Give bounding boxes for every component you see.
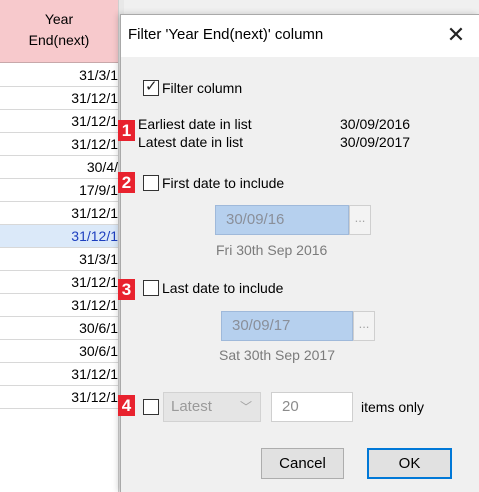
checkmark-icon: ✓ xyxy=(145,78,158,95)
items-count-input[interactable]: 20 xyxy=(271,392,353,422)
first-date-label: First date to include xyxy=(162,175,285,191)
annotation-badge-2: 2 xyxy=(118,172,135,193)
table-row[interactable]: 31/12/1 xyxy=(0,225,124,248)
last-date-label: Last date to include xyxy=(162,280,284,296)
table-row[interactable]: 31/12/1 xyxy=(0,386,124,409)
annotation-badge-4: 4 xyxy=(118,395,135,416)
first-date-picker-button[interactable]: ... xyxy=(349,205,371,235)
table-row[interactable]: 31/3/1 xyxy=(0,248,124,271)
first-date-hint: Fri 30th Sep 2016 xyxy=(216,242,328,258)
last-date-picker-button[interactable]: ... xyxy=(353,311,375,341)
close-button[interactable]: ✕ xyxy=(433,15,479,57)
first-date-input[interactable]: 30/09/16 xyxy=(215,205,349,235)
last-date-checkbox[interactable] xyxy=(143,280,159,296)
table-row[interactable]: 17/9/1 xyxy=(0,179,124,202)
earliest-date-label: Earliest date in list xyxy=(138,116,252,132)
items-only-label: items only xyxy=(361,399,425,415)
first-date-checkbox[interactable] xyxy=(143,175,159,191)
column-rows: 31/3/1 31/12/1 31/12/1 31/12/1 30/4/17/9/1 31… xyxy=(0,64,124,409)
earliest-date-value: 30/09/2016 xyxy=(340,116,411,132)
column-header-line1: Year xyxy=(44,11,74,27)
latest-date-label: Latest date in list xyxy=(138,134,244,150)
annotation-badge-3: 3 xyxy=(118,279,135,300)
ok-button[interactable]: OK xyxy=(367,448,452,479)
table-row[interactable]: 31/12/1 xyxy=(0,294,124,317)
column-header-year-end-next[interactable]: Year End(next) xyxy=(0,0,118,63)
filter-dialog: Filter 'Year End(next)' column ✕ ✓ Filte… xyxy=(118,14,479,492)
table-row[interactable]: 31/12/1 xyxy=(0,202,124,225)
close-icon: ✕ xyxy=(446,22,466,47)
table-row[interactable]: 31/12/1 xyxy=(0,271,124,294)
table-row[interactable]: 30/6/1 xyxy=(0,340,124,363)
dialog-titlebar: Filter 'Year End(next)' column ✕ xyxy=(121,15,479,57)
last-date-hint: Sat 30th Sep 2017 xyxy=(219,347,335,363)
cancel-button[interactable]: Cancel xyxy=(261,448,344,479)
annotation-badge-1: 1 xyxy=(118,120,135,141)
items-only-checkbox[interactable] xyxy=(143,399,159,415)
chevron-down-icon: ﹀ xyxy=(239,400,252,414)
filter-column-label: Filter column xyxy=(162,80,243,96)
items-mode-select[interactable]: Latest ﹀ xyxy=(163,392,261,422)
table-row[interactable]: 31/12/1 xyxy=(0,110,124,133)
table-row[interactable]: 31/12/1 xyxy=(0,133,124,156)
filter-column-checkbox[interactable]: ✓ xyxy=(143,78,159,96)
items-mode-value: Latest xyxy=(171,398,212,415)
last-date-input[interactable]: 30/09/17 xyxy=(221,311,353,341)
dialog-title: Filter 'Year End(next)' column xyxy=(128,26,324,43)
table-row[interactable]: 30/4/ xyxy=(0,156,124,179)
column-header-line2: End(next) xyxy=(28,32,90,48)
spreadsheet-column: Year End(next) 31/3/1 31/12/1 31/12/1 31/12… xyxy=(0,0,124,492)
latest-date-value: 30/09/2017 xyxy=(340,134,411,150)
table-row[interactable]: 31/3/1 xyxy=(0,64,124,87)
table-row[interactable]: 30/6/1 xyxy=(0,317,124,340)
table-row[interactable]: 31/12/1 xyxy=(0,363,124,386)
table-row[interactable]: 31/12/1 xyxy=(0,87,124,110)
